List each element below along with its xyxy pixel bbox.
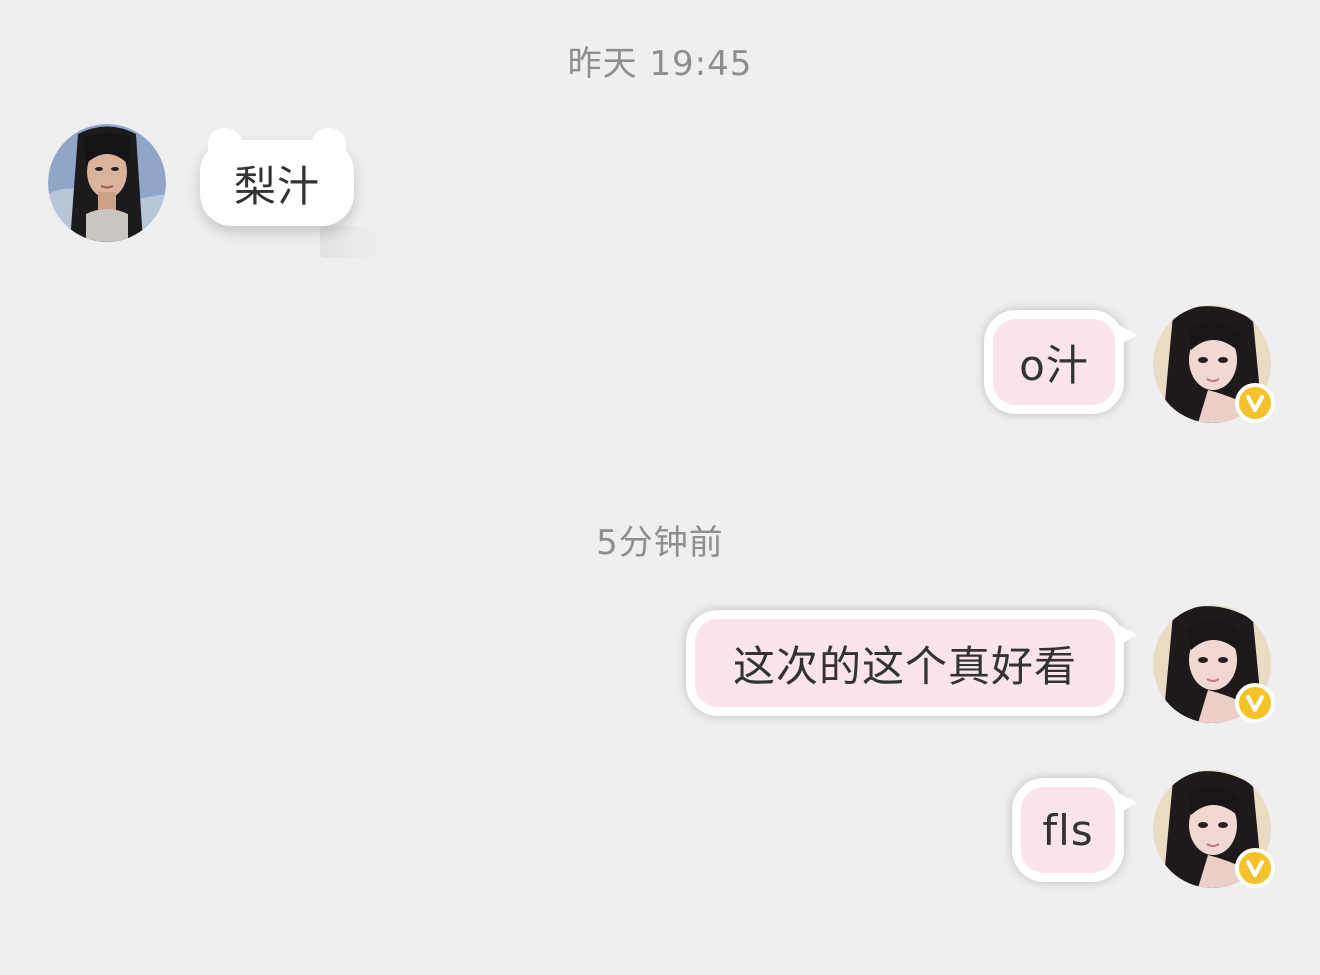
vip-badge-icon xyxy=(1235,683,1275,723)
my-avatar[interactable] xyxy=(1153,305,1275,423)
incoming-bubble-tail xyxy=(320,226,380,258)
outgoing-message-bubble[interactable]: fls xyxy=(1012,778,1137,882)
outgoing-bubble-tail xyxy=(1119,793,1137,813)
other-user-avatar[interactable] xyxy=(48,124,166,242)
timestamp-five-min-ago: 5分钟前 xyxy=(596,523,724,563)
outgoing-message-text: fls xyxy=(1042,805,1094,855)
outgoing-bubble-tail xyxy=(1119,625,1137,645)
outgoing-message-bubble[interactable]: o汁 xyxy=(984,310,1137,414)
vip-badge-icon xyxy=(1235,848,1275,888)
outgoing-message-text: o汁 xyxy=(1019,340,1089,390)
other-user-avatar-image xyxy=(48,124,166,242)
my-avatar[interactable] xyxy=(1153,605,1275,723)
incoming-message-bubble[interactable]: 梨汁 xyxy=(200,128,354,226)
incoming-message-text: 梨汁 xyxy=(233,161,320,211)
outgoing-message-text: 这次的这个真好看 xyxy=(732,641,1077,691)
timestamp-yesterday: 昨天 19:45 xyxy=(567,44,753,84)
my-avatar[interactable] xyxy=(1153,770,1275,888)
outgoing-message-bubble[interactable]: 这次的这个真好看 xyxy=(686,610,1137,716)
vip-badge-icon xyxy=(1235,383,1275,423)
outgoing-bubble-tail xyxy=(1119,325,1137,345)
